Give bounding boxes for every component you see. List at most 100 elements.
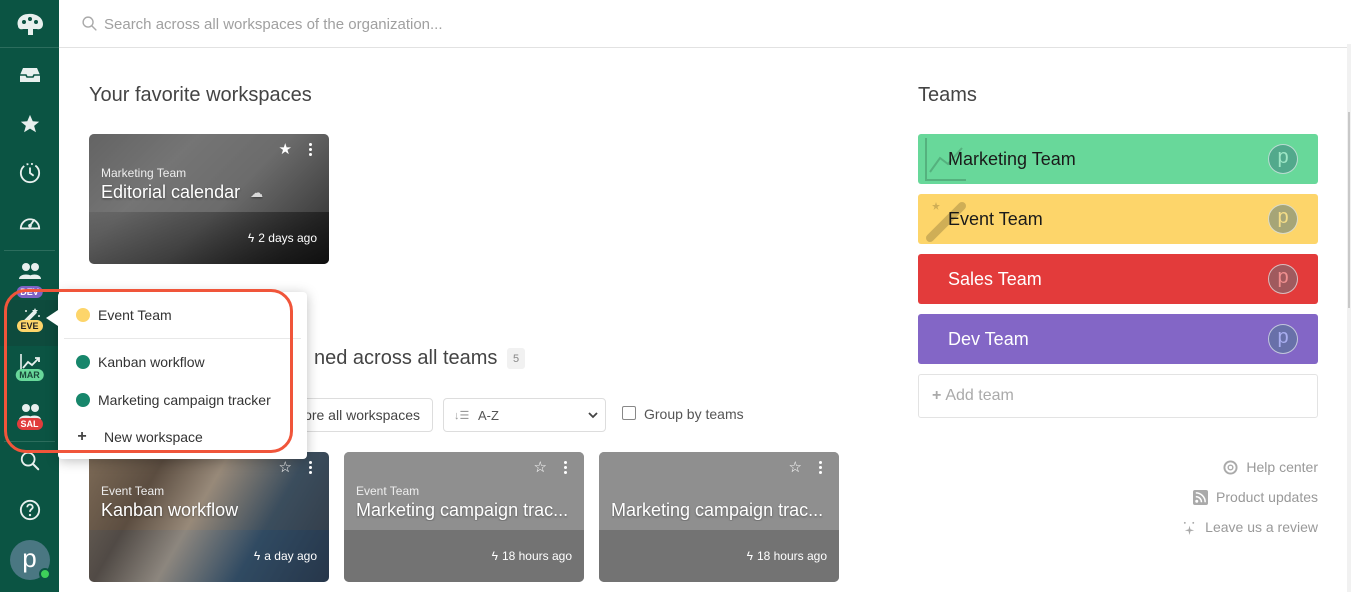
group-by-teams-checkbox[interactable]: [622, 406, 636, 420]
plus-icon: +: [932, 387, 942, 404]
sidebar-item-inbox[interactable]: [0, 51, 59, 99]
star-outline-icon[interactable]: ☆: [789, 460, 802, 475]
team-workspaces-popup: Event Team Kanban workflow Marketing cam…: [58, 292, 307, 459]
favorites-heading: Your favorite workspaces: [89, 84, 312, 106]
card-last-activity: ϟa day ago: [253, 549, 317, 563]
help-center-link[interactable]: Help center: [1223, 459, 1318, 475]
card-team: Event Team: [356, 484, 420, 498]
online-status-dot: [38, 568, 51, 580]
card-last-activity: ϟ 18 hours ago: [491, 549, 572, 563]
avatar-letter: p: [22, 543, 37, 573]
popup-team-label: Event Team: [98, 307, 172, 323]
more-options-icon[interactable]: [309, 461, 313, 475]
product-updates-label: Product updates: [1216, 489, 1318, 505]
rss-icon: [1193, 489, 1209, 505]
team-member-avatar[interactable]: p: [1268, 204, 1298, 234]
popup-team-header[interactable]: Event Team: [58, 300, 307, 330]
team-badge-dev: DEV: [16, 286, 43, 298]
sidebar-divider: [4, 250, 55, 251]
team-badge-marketing: MAR: [15, 369, 44, 381]
sidebar-team-dev[interactable]: DEV: [0, 254, 59, 302]
popup-workspace-label: Marketing campaign tracker: [98, 392, 271, 408]
sidebar-item-dashboard[interactable]: [0, 198, 59, 246]
workspace-card-marketing-campaign-tracker[interactable]: ☆ Event Team Marketing campaign trac... …: [344, 452, 584, 582]
sidebar-search[interactable]: [0, 437, 59, 485]
group-by-teams-label[interactable]: Group by teams: [644, 406, 744, 422]
add-team-button[interactable]: + Add team: [918, 374, 1318, 418]
popup-workspace-kanban[interactable]: Kanban workflow: [58, 347, 307, 377]
workspace-card-marketing-campaign-tracker-2[interactable]: ☆ Marketing campaign trac... ϟ 18 hours a…: [599, 452, 839, 582]
team-badge-event: EVE: [16, 320, 43, 332]
sidebar-user[interactable]: p: [0, 536, 59, 584]
sidebar: DEV EVE MAR SAL p: [0, 0, 59, 592]
sidebar-item-recent[interactable]: [0, 149, 59, 197]
gauge-icon: [19, 218, 40, 230]
chart-line-icon: [925, 138, 966, 181]
team-member-avatar[interactable]: p: [1268, 264, 1298, 294]
popup-workspace-label: Kanban workflow: [98, 354, 205, 370]
team-card-sales[interactable]: Sales Team p: [918, 254, 1318, 304]
bolt-icon: ϟ: [746, 549, 753, 563]
star-filled-icon[interactable]: ★: [279, 142, 292, 157]
bolt-icon: ϟ: [253, 549, 261, 563]
inbox-icon: [19, 68, 40, 82]
team-card-marketing[interactable]: Marketing Team p: [918, 134, 1318, 184]
sidebar-item-favorites[interactable]: [0, 100, 59, 148]
explore-all-workspaces-button[interactable]: ore all workspaces: [290, 398, 433, 432]
product-updates-link[interactable]: Product updates: [1193, 489, 1318, 505]
sidebar-team-marketing[interactable]: MAR: [0, 346, 59, 394]
sidebar-help[interactable]: [0, 486, 59, 534]
magic-wand-icon: [926, 202, 966, 242]
scrollbar-thumb[interactable]: [1348, 112, 1350, 308]
sort-icon: ↓☰: [454, 409, 470, 422]
team-name: Dev Team: [948, 328, 1029, 349]
team-users-icon: [18, 263, 41, 279]
sidebar-team-sales[interactable]: SAL: [0, 394, 59, 442]
more-options-icon[interactable]: [309, 143, 313, 157]
team-member-avatar[interactable]: p: [1268, 144, 1298, 174]
card-team: Marketing Team: [101, 166, 187, 180]
team-card-event[interactable]: Event Team p: [918, 194, 1318, 244]
workspace-card-editorial-calendar[interactable]: ★ Marketing Team Editorial calendar ☁ ϟ2 …: [89, 134, 329, 264]
all-workspaces-heading: ned across all teams: [314, 347, 498, 369]
more-options-icon[interactable]: [819, 461, 823, 475]
popup-divider: [64, 338, 301, 339]
cloud-download-icon: ☁: [250, 185, 264, 201]
star-outline-icon[interactable]: ☆: [534, 460, 547, 475]
card-title: Marketing campaign trac...: [611, 500, 824, 520]
leave-review-label: Leave us a review: [1205, 519, 1318, 535]
tree-logo-icon: [17, 13, 43, 35]
bolt-icon: ϟ: [247, 231, 255, 245]
help-center-label: Help center: [1246, 459, 1318, 475]
sort-select[interactable]: ↓☰ A-Z: [443, 398, 606, 432]
leave-review-link[interactable]: Leave us a review: [1182, 519, 1318, 535]
scrollbar[interactable]: [1347, 44, 1351, 592]
workspace-card-kanban-workflow[interactable]: ☆ Event Team Kanban workflow ϟa day ago: [89, 452, 329, 582]
team-card-dev[interactable]: Dev Team p: [918, 314, 1318, 364]
team-color-dot: [76, 308, 90, 322]
add-team-label: Add team: [945, 387, 1014, 404]
card-last-activity: ϟ2 days ago: [247, 231, 317, 245]
more-options-icon[interactable]: [564, 461, 568, 475]
search-input[interactable]: [104, 12, 804, 36]
card-title: Marketing campaign trac...: [356, 500, 569, 520]
search-icon: [82, 16, 97, 31]
card-title: Editorial calendar ☁: [101, 182, 264, 202]
card-last-activity: ϟ 18 hours ago: [746, 549, 827, 563]
sparkles-icon: [1182, 520, 1197, 535]
card-title: Kanban workflow: [101, 500, 239, 520]
star-outline-icon[interactable]: ☆: [279, 460, 292, 475]
user-avatar[interactable]: p: [9, 540, 51, 580]
sort-value: A-Z: [478, 407, 499, 423]
popup-workspace-marketing-campaign[interactable]: Marketing campaign tracker: [58, 385, 307, 415]
workspace-count-badge: 5: [507, 348, 525, 369]
popup-new-workspace[interactable]: + New workspace: [58, 422, 307, 452]
app-logo[interactable]: [0, 0, 59, 48]
new-workspace-label: New workspace: [104, 429, 203, 445]
popup-arrow: [46, 310, 58, 326]
help-icon: [19, 499, 40, 521]
clock-icon: [19, 162, 40, 184]
team-member-avatar[interactable]: p: [1268, 324, 1298, 354]
top-search-bar: [59, 0, 1351, 48]
workspace-dot: [76, 355, 90, 369]
